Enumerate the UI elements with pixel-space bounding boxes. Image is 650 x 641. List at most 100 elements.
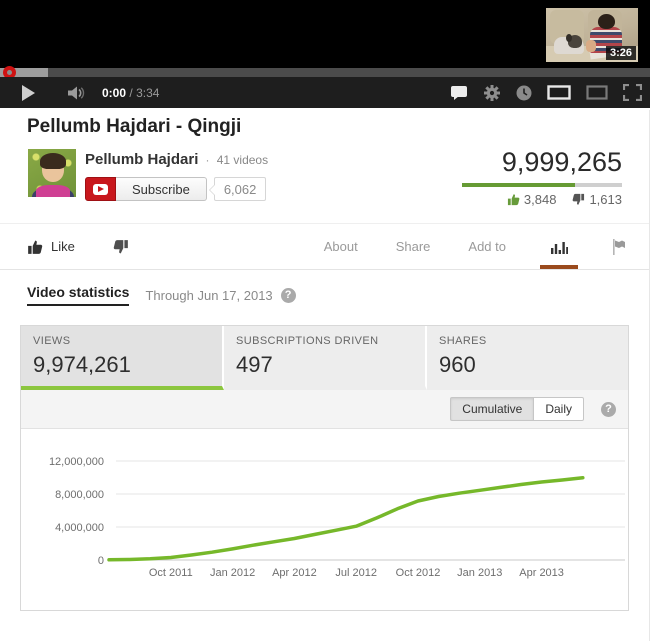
svg-text:Apr 2012: Apr 2012 <box>272 567 317 579</box>
cumulative-daily-toggle: Cumulative Daily <box>450 397 584 421</box>
tab-subscriptions-label: SUBSCRIPTIONS DRIVEN <box>236 335 379 347</box>
report-flag-button[interactable] <box>612 238 626 255</box>
boy-head-art <box>598 14 615 29</box>
svg-text:4,000,000: 4,000,000 <box>55 522 104 534</box>
add-to-tab[interactable]: Add to <box>468 239 506 254</box>
through-date-label: Through Jun 17, 2013 <box>145 287 273 303</box>
suggested-video-thumbnail[interactable]: 3:26 <box>546 8 638 62</box>
views-chart: 0 4,000,000 8,000,000 12,000,000 Oct 2011 Jan… <box>21 429 628 610</box>
about-tab[interactable]: About <box>324 239 358 254</box>
boy-arm-art <box>586 40 596 52</box>
duration: 3:34 <box>136 85 160 100</box>
channel-avatar[interactable] <box>28 149 76 197</box>
svg-text:0: 0 <box>98 555 104 567</box>
statistics-panel: VIEWS 9,974,261 SUBSCRIPTIONS DRIVEN 497… <box>20 325 629 611</box>
like-label: Like <box>51 239 75 254</box>
action-bar: Like About Share Add to <box>0 223 650 270</box>
theater-mode-button[interactable] <box>547 85 571 100</box>
statistics-tab-active[interactable] <box>540 240 578 269</box>
dislike-count: 1,613 <box>589 192 622 207</box>
help-icon[interactable]: ? <box>280 287 296 303</box>
sentiment-bar-likes-segment <box>462 183 575 187</box>
like-button[interactable]: Like <box>27 239 75 255</box>
tab-subscriptions-driven[interactable]: SUBSCRIPTIONS DRIVEN 497 <box>224 326 427 390</box>
tab-views-label: VIEWS <box>33 335 71 347</box>
theater-mode-icon <box>547 85 571 100</box>
dislike-thumbs-down-icon <box>113 239 128 253</box>
tab-subscriptions-value: 497 <box>236 352 273 377</box>
subscribe-button[interactable]: Subscribe <box>116 177 207 201</box>
svg-text:Oct 2011: Oct 2011 <box>149 567 193 579</box>
thumbnail-duration-badge: 3:26 <box>605 46 636 60</box>
share-tab[interactable]: Share <box>396 239 431 254</box>
svg-text:Oct 2012: Oct 2012 <box>396 567 441 579</box>
flag-icon <box>613 238 625 255</box>
fullscreen-button[interactable] <box>623 84 642 101</box>
tab-shares[interactable]: SHARES 960 <box>427 326 628 390</box>
view-count-block: 9,999,265 3,848 1,613 <box>402 147 622 207</box>
like-count: 3,848 <box>523 192 557 207</box>
volume-button[interactable] <box>68 86 86 100</box>
view-count: 9,999,265 <box>501 147 622 177</box>
like-thumbs-up-icon <box>28 240 43 254</box>
chart-help-icon[interactable]: ? <box>601 401 616 417</box>
svg-text:Jan 2012: Jan 2012 <box>210 567 255 579</box>
thumbs-down-icon <box>573 193 585 205</box>
time-separator: / <box>129 85 133 100</box>
video-title: Pellumb Hajdari - Qingji <box>27 116 242 137</box>
chart-toolbar: Cumulative Daily ? <box>21 390 628 429</box>
watch-later-button[interactable] <box>516 85 532 101</box>
dog-ear-art <box>566 34 572 42</box>
tab-views-value: 9,974,261 <box>33 352 131 377</box>
subscribe-row: Subscribe 6,062 <box>85 177 267 201</box>
avatar-shirt-art <box>36 185 70 197</box>
channel-separator: · <box>205 153 210 167</box>
player-controls: 0:00 / 3:34 <box>0 77 650 108</box>
like-dislike-counts: 3,848 1,613 <box>402 192 622 207</box>
subscriber-count-badge: 6,062 <box>208 177 267 201</box>
cumulative-toggle-button[interactable]: Cumulative <box>450 397 534 421</box>
stats-header: Video statistics Through Jun 17, 2013 ? <box>27 284 296 306</box>
large-player-icon <box>586 85 608 100</box>
avatar-hair-art <box>40 153 66 169</box>
dislike-button[interactable] <box>113 239 129 255</box>
channel-line: Pellumb Hajdari · 41 videos <box>85 151 268 168</box>
sentiment-bar <box>462 183 622 187</box>
video-player: 3:26 0:00 / 3:34 <box>0 0 650 108</box>
bar-chart-icon <box>551 241 568 254</box>
channel-video-count[interactable]: 41 videos <box>217 153 268 167</box>
play-button[interactable] <box>22 83 42 103</box>
progress-bar[interactable] <box>0 66 650 79</box>
tab-shares-value: 960 <box>439 352 476 377</box>
current-time: 0:00 <box>102 85 127 100</box>
daily-toggle-button[interactable]: Daily <box>533 397 584 421</box>
svg-text:12,000,000: 12,000,000 <box>49 456 104 468</box>
tab-views[interactable]: VIEWS 9,974,261 <box>21 326 224 390</box>
settings-button[interactable] <box>483 84 501 102</box>
youtube-watch-page: 3:26 0:00 / 3:34 Pellumb Hajdari - Qingj… <box>0 0 650 641</box>
volume-icon <box>68 86 85 99</box>
large-player-button[interactable] <box>586 85 608 100</box>
svg-text:8,000,000: 8,000,000 <box>55 489 104 501</box>
like-count-item: 3,848 <box>507 192 557 207</box>
time-display: 0:00 / 3:34 <box>102 86 159 100</box>
stats-tabs: VIEWS 9,974,261 SUBSCRIPTIONS DRIVEN 497… <box>21 326 628 390</box>
thumbs-up-icon <box>507 194 520 206</box>
svg-text:Jul 2012: Jul 2012 <box>335 567 377 579</box>
channel-name-link[interactable]: Pellumb Hajdari <box>85 151 198 168</box>
subscribe-button-icon-segment[interactable] <box>85 177 116 201</box>
annotations-button[interactable] <box>450 85 468 101</box>
video-statistics-heading[interactable]: Video statistics <box>27 284 130 306</box>
fullscreen-icon <box>623 84 642 101</box>
youtube-play-icon <box>93 183 108 195</box>
dislike-count-item: 1,613 <box>572 192 622 207</box>
settings-gear-icon <box>484 84 500 101</box>
watch-later-clock-icon <box>516 85 532 100</box>
speech-bubble-icon <box>451 85 467 100</box>
player-controls-right <box>450 84 642 102</box>
svg-text:Jan 2013: Jan 2013 <box>457 567 502 579</box>
action-menu-right: About Share Add to <box>324 238 626 269</box>
views-chart-svg: 0 4,000,000 8,000,000 12,000,000 Oct 2011 Jan… <box>49 456 625 579</box>
play-icon <box>22 84 35 101</box>
tab-shares-label: SHARES <box>439 335 487 347</box>
